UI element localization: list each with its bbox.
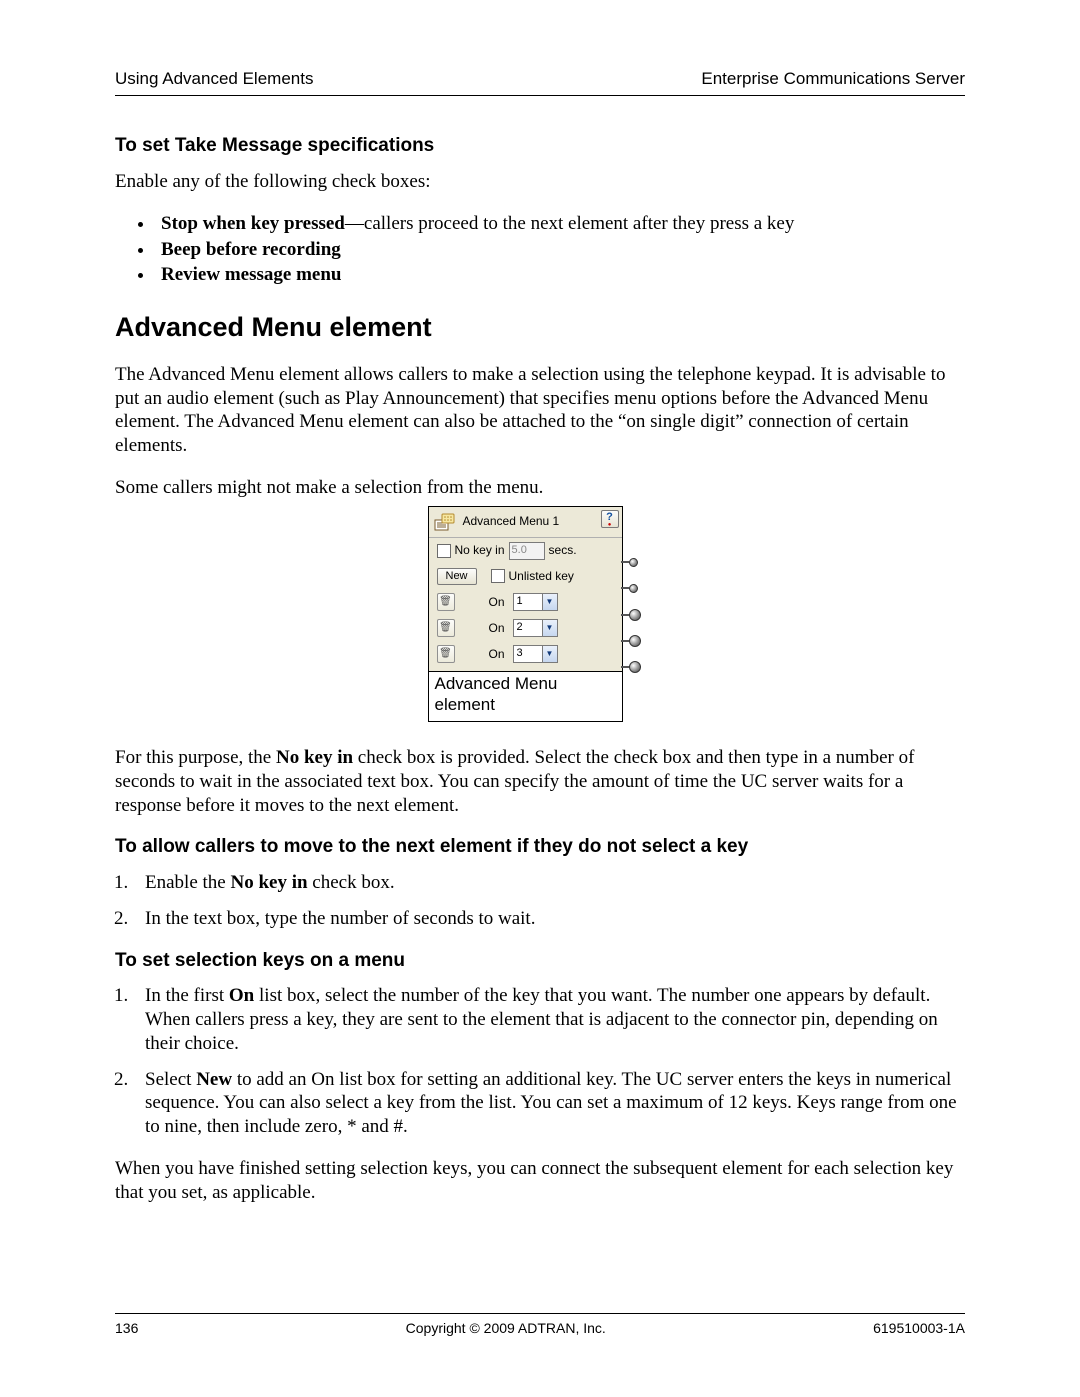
section1-intro: Enable any of the following check boxes: bbox=[115, 170, 965, 194]
bullet-review: Review message menu bbox=[155, 263, 965, 287]
delete-row-1[interactable]: 🗑 bbox=[437, 593, 455, 611]
connector-pin-3 bbox=[629, 661, 641, 673]
section-title-allow-callers: To allow callers to move to the next ele… bbox=[115, 835, 965, 859]
header-right: Enterprise Communications Server bbox=[701, 68, 965, 89]
header-left: Using Advanced Elements bbox=[115, 68, 313, 89]
selection-keys-steps: In the first On list box, select the num… bbox=[133, 984, 965, 1139]
bullet-beep-text: Beep before recording bbox=[161, 239, 341, 260]
chevron-down-icon: ▼ bbox=[542, 646, 557, 662]
menu-icon bbox=[433, 511, 457, 533]
unlisted-label: Unlisted key bbox=[509, 569, 574, 584]
figure-advanced-menu: Advanced Menu 1 ?● No key in 5.0 secs. N… bbox=[428, 506, 653, 723]
document-page: Using Advanced Elements Enterprise Commu… bbox=[0, 0, 1080, 1397]
figure-wrap: Advanced Menu 1 ?● No key in 5.0 secs. N… bbox=[115, 506, 965, 723]
section1-bullets: Stop when key pressed—callers proceed to… bbox=[155, 212, 965, 287]
connector-stub bbox=[621, 640, 629, 642]
panel-title-text: Advanced Menu 1 bbox=[463, 514, 560, 529]
on-combo-2[interactable]: 2 ▼ bbox=[513, 619, 558, 637]
s3-step2-post: to add an On list box for setting an add… bbox=[145, 1069, 957, 1138]
section-title-take-message: To set Take Message specifications bbox=[115, 134, 965, 158]
panel-titlebar: Advanced Menu 1 ?● bbox=[429, 507, 622, 538]
para3-pre: For this purpose, the bbox=[115, 747, 276, 768]
para3-bold: No key in bbox=[276, 747, 353, 768]
step-type-seconds: In the text box, type the number of seco… bbox=[133, 907, 965, 931]
new-button[interactable]: New bbox=[437, 568, 477, 586]
footer-copyright: Copyright © 2009 ADTRAN, Inc. bbox=[406, 1320, 606, 1338]
bullet-stop-when-key: Stop when key pressed—callers proceed to… bbox=[155, 212, 965, 236]
on-combo-3[interactable]: 3 ▼ bbox=[513, 645, 558, 663]
new-unlisted-row: New Unlisted key bbox=[429, 564, 622, 590]
nokey-row: No key in 5.0 secs. bbox=[429, 538, 622, 564]
running-footer: 136 Copyright © 2009 ADTRAN, Inc. 619510… bbox=[115, 1313, 965, 1338]
bullet-beep: Beep before recording bbox=[155, 238, 965, 262]
para-finished-setting: When you have finished setting selection… bbox=[115, 1157, 965, 1205]
s3-step1-pre: In the first bbox=[145, 985, 229, 1006]
step-enable-nokey: Enable the No key in check box. bbox=[133, 871, 965, 895]
connector-pin-unlisted bbox=[629, 584, 638, 593]
nokey-textbox[interactable]: 5.0 bbox=[509, 542, 545, 560]
connector-pin-nokey bbox=[629, 558, 638, 567]
connector-stub bbox=[621, 614, 629, 616]
para-some-callers: Some callers might not make a selection … bbox=[115, 476, 965, 500]
connector-stub bbox=[621, 587, 629, 589]
step-select-new: Select New to add an On list box for set… bbox=[133, 1068, 965, 1139]
help-button[interactable]: ?● bbox=[601, 510, 619, 528]
footer-document-number: 619510003-1A bbox=[873, 1320, 965, 1338]
step-first-on: In the first On list box, select the num… bbox=[133, 984, 965, 1055]
figure-caption: Advanced Menu element bbox=[428, 672, 623, 722]
on-value-1: 1 bbox=[514, 595, 542, 609]
s3-step2-pre: Select bbox=[145, 1069, 196, 1090]
para-nokey-desc: For this purpose, the No key in check bo… bbox=[115, 746, 965, 817]
chevron-down-icon: ▼ bbox=[542, 594, 557, 610]
running-header: Using Advanced Elements Enterprise Commu… bbox=[115, 68, 965, 96]
on-row-3: 🗑 On 3 ▼ bbox=[429, 641, 622, 671]
on-label-1: On bbox=[489, 595, 505, 610]
step1-bold: No key in bbox=[230, 872, 307, 893]
nokey-label-post: secs. bbox=[549, 543, 577, 558]
nokey-checkbox[interactable] bbox=[437, 544, 451, 558]
delete-row-2[interactable]: 🗑 bbox=[437, 619, 455, 637]
para-advanced-menu-desc: The Advanced Menu element allows callers… bbox=[115, 363, 965, 458]
step1-post: check box. bbox=[308, 872, 395, 893]
connector-pin-1 bbox=[629, 609, 641, 621]
connector-stub bbox=[621, 561, 629, 563]
bullet-stop-bold: Stop when key pressed bbox=[161, 213, 345, 234]
unlisted-checkbox[interactable] bbox=[491, 569, 505, 583]
on-label-3: On bbox=[489, 647, 505, 662]
delete-row-3[interactable]: 🗑 bbox=[437, 645, 455, 663]
bullet-review-text: Review message menu bbox=[161, 264, 341, 285]
on-value-3: 3 bbox=[514, 647, 542, 661]
section-title-selection-keys: To set selection keys on a menu bbox=[115, 949, 965, 973]
allow-callers-steps: Enable the No key in check box. In the t… bbox=[133, 871, 965, 931]
on-row-2: 🗑 On 2 ▼ bbox=[429, 615, 622, 641]
nokey-label-pre: No key in bbox=[455, 543, 505, 558]
s3-step2-bold: New bbox=[196, 1069, 232, 1090]
on-combo-1[interactable]: 1 ▼ bbox=[513, 593, 558, 611]
footer-page-number: 136 bbox=[115, 1320, 138, 1338]
s3-step1-bold: On bbox=[229, 985, 254, 1006]
heading-advanced-menu: Advanced Menu element bbox=[115, 311, 965, 345]
chevron-down-icon: ▼ bbox=[542, 620, 557, 636]
on-label-2: On bbox=[489, 621, 505, 636]
connector-stub bbox=[621, 666, 629, 668]
step1-pre: Enable the bbox=[145, 872, 230, 893]
connector-pin-2 bbox=[629, 635, 641, 647]
on-value-2: 2 bbox=[514, 621, 542, 635]
advanced-menu-panel: Advanced Menu 1 ?● No key in 5.0 secs. N… bbox=[428, 506, 623, 673]
s3-step1-post: list box, select the number of the key t… bbox=[145, 985, 938, 1054]
bullet-stop-rest: —callers proceed to the next element aft… bbox=[345, 213, 794, 234]
on-row-1: 🗑 On 1 ▼ bbox=[429, 589, 622, 615]
